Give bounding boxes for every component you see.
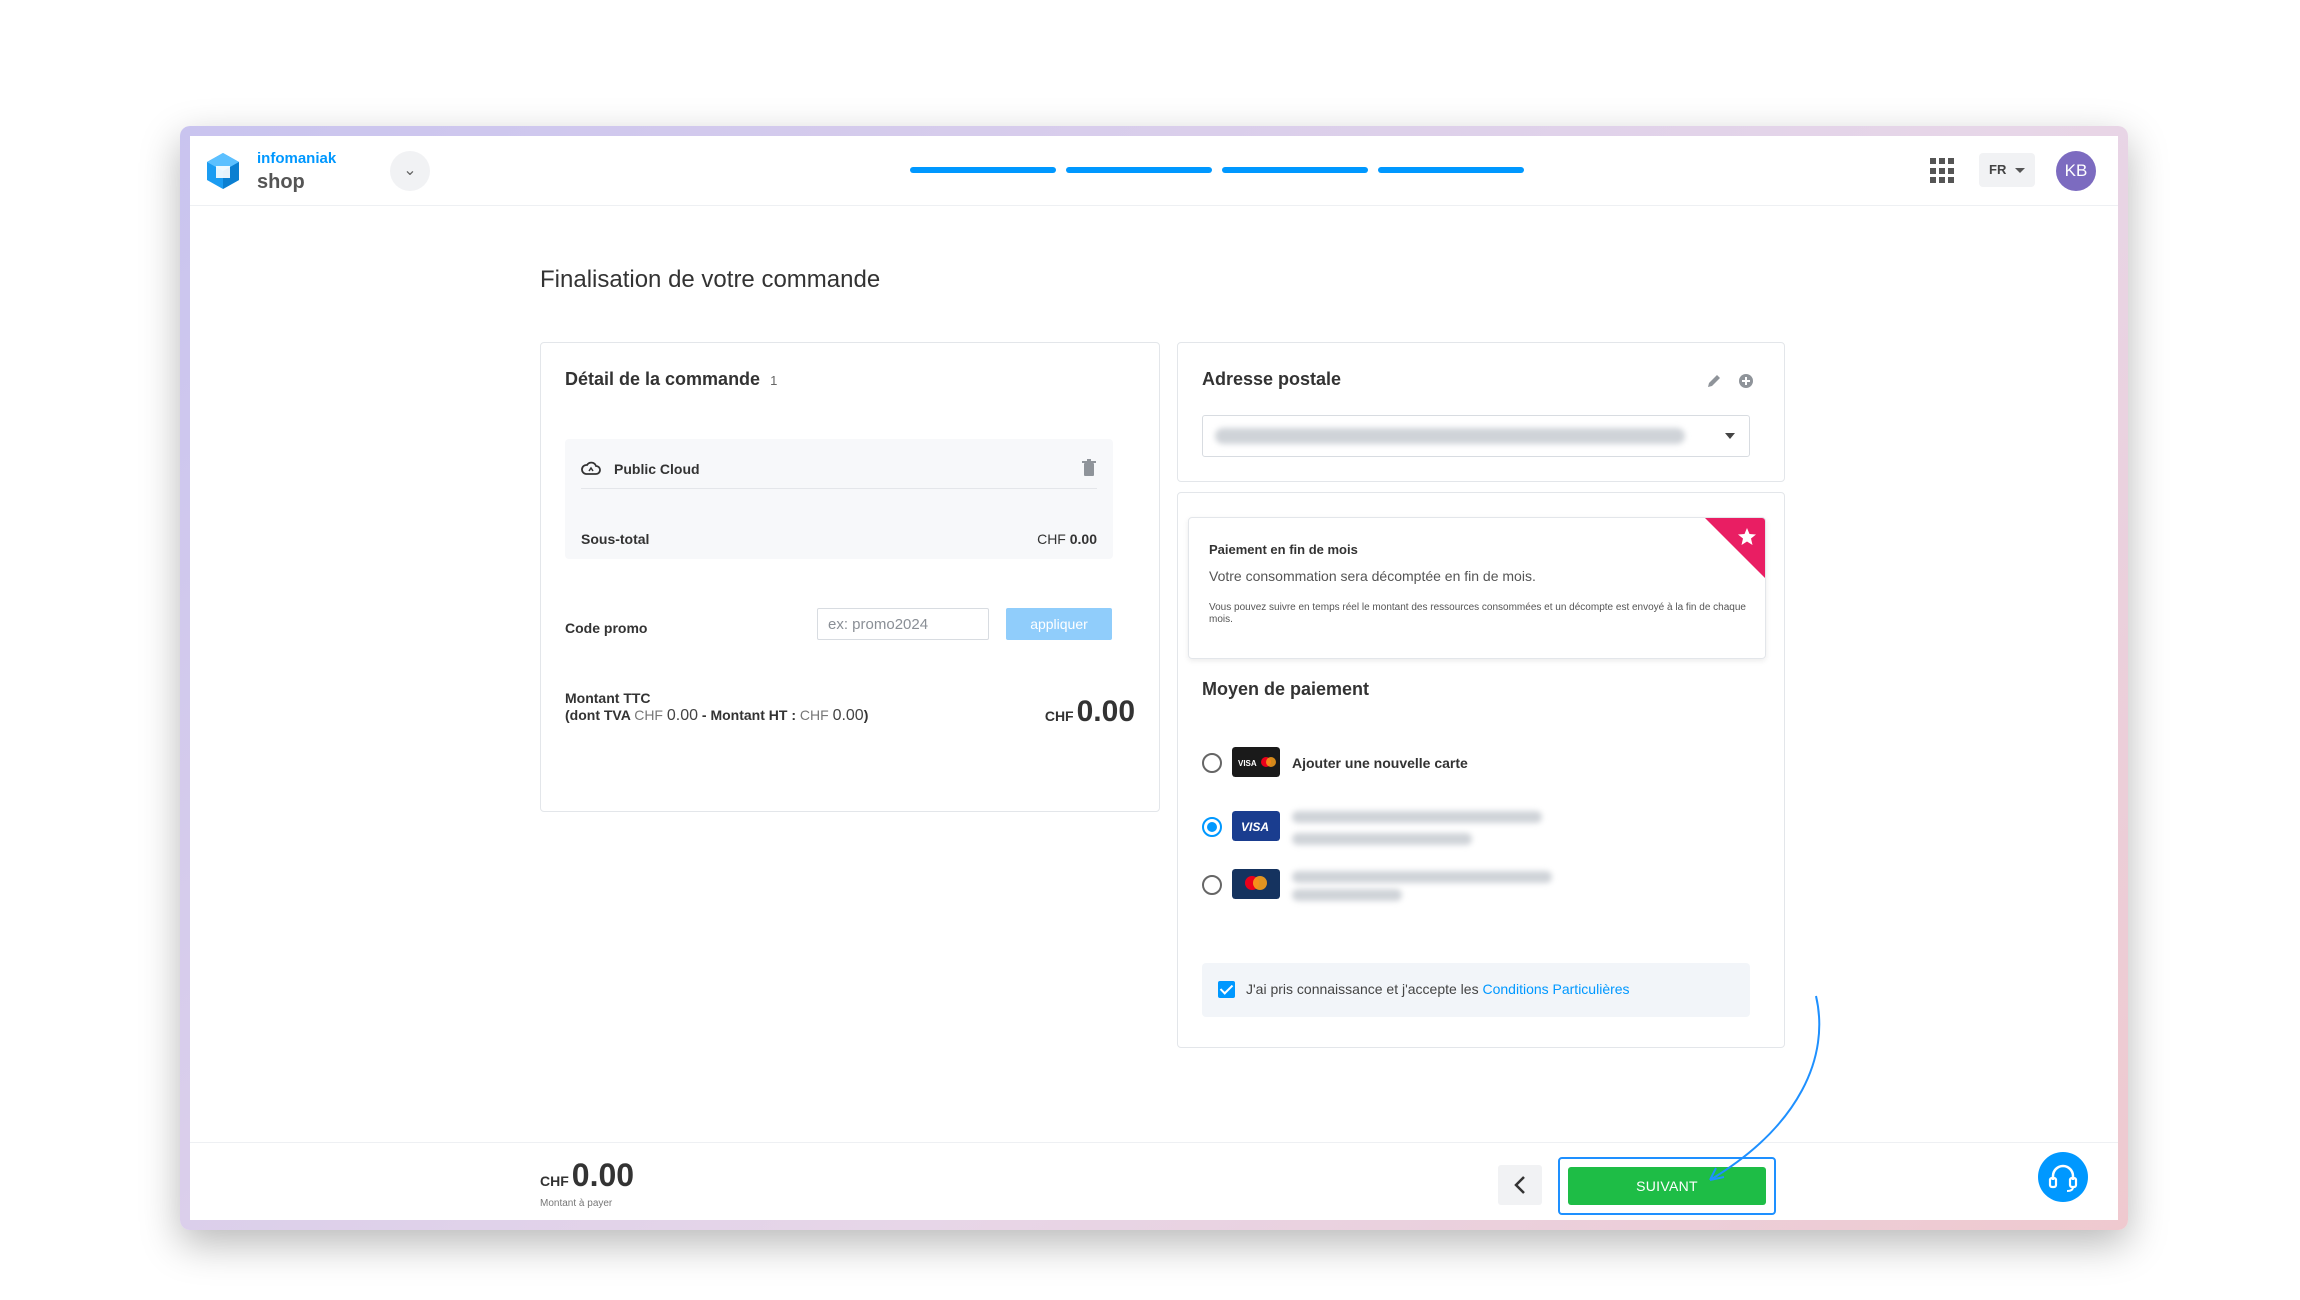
payment-option-mastercard[interactable] [1202,867,1762,903]
terms-text: J'ai pris connaissance et j'accepte les … [1246,981,1630,997]
radio-visa[interactable] [1202,817,1222,837]
order-items: Public Cloud Sous-total CHF 0.00 [565,439,1113,559]
tax-breakdown: (dont TVA CHF 0.00 - Montant HT : CHF 0.… [565,707,869,724]
visa-icon: VISA [1232,811,1280,841]
product-name: Public Cloud [614,461,700,477]
amount-to-pay: CHF0.00 [540,1157,635,1193]
subtotal-value: CHF 0.00 [1037,531,1097,547]
progress-step-1 [910,167,1056,173]
address-select[interactable] [1202,415,1750,457]
order-item-count: 1 [770,373,778,388]
next-button-highlight: SUIVANT [1558,1157,1776,1215]
order-detail-title: Détail de la commande 1 [565,369,778,389]
end-of-month-note: Vous pouvez suivre en temps réel le mont… [1209,602,1746,625]
progress-steps [910,167,1524,173]
redacted-card-info [1292,889,1402,901]
svg-text:VISA: VISA [1241,820,1269,834]
payment-option-visa[interactable]: VISA [1202,809,1762,845]
app-container: infomaniak shop ⌄ FR KB Finalisation de … [190,136,2118,1220]
apply-promo-button[interactable]: appliquer [1006,608,1112,640]
redacted-address [1215,428,1685,444]
headset-icon [2048,1164,2078,1192]
total-amount: CHF 0.00 [1044,695,1135,728]
progress-step-4 [1378,167,1524,173]
subtotal-label: Sous-total [581,531,650,547]
page-title: Finalisation de votre commande [540,266,881,293]
redacted-card-info [1292,871,1552,883]
payment-option-label: Ajouter une nouvelle carte [1292,755,1468,771]
visa-mastercard-icon: VISA [1232,747,1280,777]
caret-down-icon [1725,433,1735,439]
brand-product: shop [257,171,305,193]
promo-label: Code promo [565,620,648,636]
progress-step-2 [1066,167,1212,173]
redacted-card-info [1292,811,1542,823]
trash-icon[interactable] [1081,459,1097,477]
order-detail-card: Détail de la commande 1 Public Cloud Sous… [540,342,1160,812]
language-selector[interactable]: FR [1979,153,2035,187]
pencil-icon[interactable] [1706,373,1722,389]
end-of-month-title: Paiement en fin de mois [1209,542,1358,557]
product-switch-chevron-down-icon[interactable]: ⌄ [390,151,430,191]
terms-box: J'ai pris connaissance et j'accepte les … [1202,963,1750,1017]
payment-card: Paiement en fin de mois Votre consommati… [1177,492,1785,1048]
total-label: Montant TTC [565,690,651,706]
svg-text:VISA: VISA [1238,759,1257,768]
progress-step-3 [1222,167,1368,173]
amount-to-pay-label: Montant à payer [540,1198,613,1209]
list-item: Public Cloud [581,459,1097,489]
radio-new-card[interactable] [1202,753,1222,773]
promo-code-input[interactable] [817,608,989,640]
brand-name: infomaniak [257,150,337,167]
add-circle-icon[interactable] [1738,373,1754,389]
end-of-month-payment-box[interactable]: Paiement en fin de mois Votre consommati… [1188,517,1766,659]
mastercard-icon [1232,869,1280,899]
radio-mastercard[interactable] [1202,875,1222,895]
address-title: Adresse postale [1202,369,1342,389]
caret-down-icon [2015,168,2025,173]
support-button[interactable] [2038,1152,2088,1202]
footer-bar: CHF0.00 Montant à payer SUIVANT [190,1142,2118,1220]
back-button[interactable] [1498,1165,1542,1205]
payment-option-new-card[interactable]: VISA Ajouter une nouvelle carte [1202,745,1762,781]
next-button[interactable]: SUIVANT [1568,1167,1766,1205]
cloud-icon [581,461,601,475]
end-of-month-description: Votre consommation sera décomptée en fin… [1209,568,1536,584]
terms-link[interactable]: Conditions Particulières [1482,981,1629,997]
redacted-card-info [1292,833,1472,845]
chevron-left-icon [1514,1176,1525,1194]
top-bar: infomaniak shop ⌄ FR KB [190,136,2118,206]
user-avatar[interactable]: KB [2056,151,2096,191]
language-label: FR [1989,162,2007,177]
infomaniak-logo-icon[interactable] [206,152,240,190]
star-ribbon-icon [1705,518,1765,578]
payment-method-title: Moyen de paiement [1202,679,1370,699]
apps-grid-icon[interactable] [1930,158,1956,184]
browser-window: infomaniak shop ⌄ FR KB Finalisation de … [180,126,2128,1230]
terms-checkbox[interactable] [1218,981,1235,998]
address-card: Adresse postale [1177,342,1785,482]
